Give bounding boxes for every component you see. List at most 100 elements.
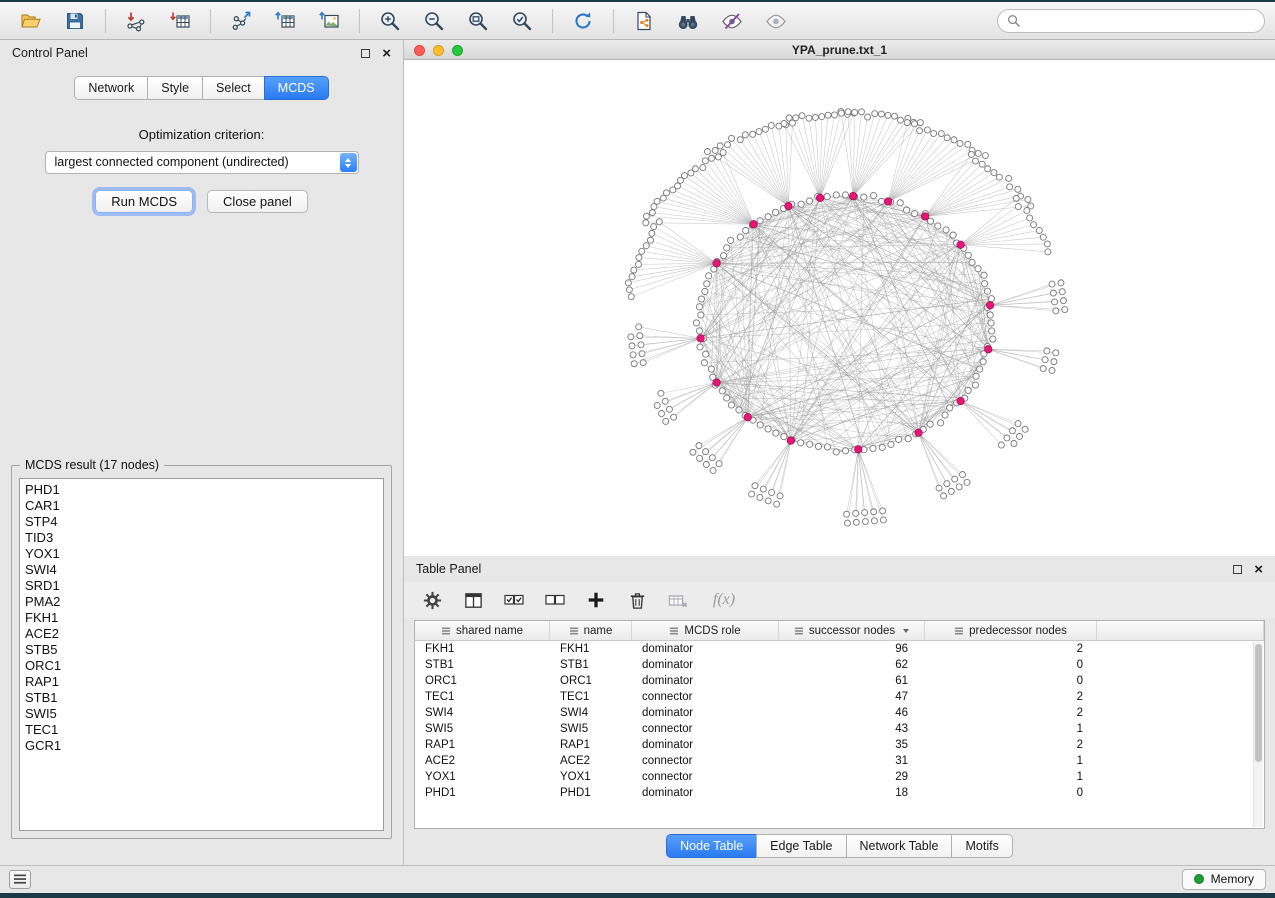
hide-graphics-details-button[interactable] xyxy=(711,6,753,36)
float-panel-icon[interactable] xyxy=(361,49,370,58)
export-document-button[interactable] xyxy=(623,6,665,36)
export-image-button[interactable] xyxy=(308,6,350,36)
tab-motifs[interactable]: Motifs xyxy=(951,834,1012,858)
table-row[interactable]: RAP1RAP1dominator352 xyxy=(415,737,1264,753)
table-panel: Table Panel × xyxy=(404,556,1275,865)
mcds-result-item[interactable]: STB1 xyxy=(20,690,383,706)
table-scrollbar[interactable] xyxy=(1253,642,1263,827)
select-all-rows-button[interactable] xyxy=(502,588,526,612)
mcds-result-item[interactable]: GCR1 xyxy=(20,738,383,754)
add-column-button[interactable] xyxy=(584,588,608,612)
zoom-fit-button[interactable] xyxy=(457,6,499,36)
deselect-all-rows-button[interactable] xyxy=(543,588,567,612)
column-header-shared-name[interactable]: shared name xyxy=(415,621,550,640)
mcds-result-item[interactable]: SRD1 xyxy=(20,578,383,594)
memory-button[interactable]: Memory xyxy=(1182,869,1266,890)
column-header-filler xyxy=(1097,621,1264,640)
mcds-result-item[interactable]: PHD1 xyxy=(20,482,383,498)
zoom-out-button[interactable] xyxy=(413,6,455,36)
toolbar-separator xyxy=(210,9,211,33)
table-row[interactable]: FKH1FKH1dominator962 xyxy=(415,641,1264,657)
network-window-titlebar: YPA_prune.txt_1 xyxy=(404,40,1275,60)
task-history-button[interactable] xyxy=(9,870,31,889)
close-window-icon[interactable] xyxy=(414,45,425,56)
import-table-icon xyxy=(169,10,191,32)
show-graphics-details-button[interactable] xyxy=(755,6,797,36)
tab-style[interactable]: Style xyxy=(147,76,203,100)
table-row[interactable]: SWI4SWI4dominator462 xyxy=(415,705,1264,721)
maximize-window-icon[interactable] xyxy=(452,45,463,56)
mcds-result-item[interactable]: STP4 xyxy=(20,514,383,530)
network-graph[interactable] xyxy=(404,60,1275,557)
mcds-result-item[interactable]: TID3 xyxy=(20,530,383,546)
mcds-result-item[interactable]: ACE2 xyxy=(20,626,383,642)
column-header-successor-nodes[interactable]: successor nodes xyxy=(779,621,925,640)
node-table: shared name name MCDS role successo xyxy=(414,620,1265,829)
table-row[interactable]: STB1STB1dominator620 xyxy=(415,657,1264,673)
show-columns-button[interactable] xyxy=(461,588,485,612)
table-row[interactable]: YOX1YOX1connector291 xyxy=(415,769,1264,785)
tab-node-table[interactable]: Node Table xyxy=(666,834,757,858)
table-row[interactable]: PHD1PHD1dominator180 xyxy=(415,785,1264,801)
table-row[interactable]: ACE2ACE2connector311 xyxy=(415,753,1264,769)
mcds-result-item[interactable]: SWI5 xyxy=(20,706,383,722)
zoom-out-icon xyxy=(423,10,445,32)
column-header-predecessor-nodes[interactable]: predecessor nodes xyxy=(925,621,1097,640)
right-column: YPA_prune.txt_1 Table Panel × xyxy=(404,40,1275,865)
mcds-result-list[interactable]: PHD1CAR1STP4TID3YOX1SWI4SRD1PMA2FKH1ACE2… xyxy=(19,478,384,831)
zoom-selected-button[interactable] xyxy=(501,6,543,36)
app-window: Control Panel × Network Style Select MCD… xyxy=(0,2,1275,893)
scrollbar-thumb[interactable] xyxy=(1255,644,1262,762)
table-row[interactable]: ORC1ORC1dominator610 xyxy=(415,673,1264,689)
zoom-in-button[interactable] xyxy=(369,6,411,36)
columns-icon xyxy=(463,590,484,611)
table-row[interactable]: SWI5SWI5connector431 xyxy=(415,721,1264,737)
tab-edge-table[interactable]: Edge Table xyxy=(756,834,846,858)
checkboxes-checked-icon xyxy=(503,589,525,611)
function-builder-button[interactable]: f(x) xyxy=(707,588,741,612)
tab-network-table[interactable]: Network Table xyxy=(846,834,953,858)
close-panel-icon[interactable]: × xyxy=(1254,562,1263,577)
criterion-select[interactable]: largest connected component (undirected) xyxy=(45,151,359,174)
mcds-result-item[interactable]: YOX1 xyxy=(20,546,383,562)
mcds-result-item[interactable]: ORC1 xyxy=(20,658,383,674)
node-table-body: FKH1FKH1dominator962STB1STB1dominator620… xyxy=(415,641,1264,801)
tab-mcds[interactable]: MCDS xyxy=(264,76,329,100)
sort-chevron-icon xyxy=(903,629,909,633)
table-row[interactable]: TEC1TEC1connector472 xyxy=(415,689,1264,705)
run-mcds-button[interactable]: Run MCDS xyxy=(95,190,193,213)
eye-slash-icon xyxy=(721,10,743,32)
mcds-result-item[interactable]: SWI4 xyxy=(20,562,383,578)
import-network-button[interactable] xyxy=(115,6,157,36)
table-settings-button[interactable] xyxy=(420,588,444,612)
mcds-result-item[interactable]: RAP1 xyxy=(20,674,383,690)
plus-icon xyxy=(586,590,606,610)
close-panel-icon[interactable]: × xyxy=(382,46,391,61)
export-table-button[interactable] xyxy=(264,6,306,36)
column-menu-icon xyxy=(794,626,804,636)
minimize-window-icon[interactable] xyxy=(433,45,444,56)
search-field[interactable] xyxy=(997,9,1265,33)
mcds-result-item[interactable]: CAR1 xyxy=(20,498,383,514)
close-panel-button[interactable]: Close panel xyxy=(207,190,308,213)
delete-table-button[interactable] xyxy=(666,588,690,612)
column-header-name[interactable]: name xyxy=(550,621,632,640)
open-file-button[interactable] xyxy=(10,6,52,36)
mcds-result-item[interactable]: PMA2 xyxy=(20,594,383,610)
mcds-result-item[interactable]: STB5 xyxy=(20,642,383,658)
mcds-buttons-row: Run MCDS Close panel xyxy=(95,190,307,213)
import-table-button[interactable] xyxy=(159,6,201,36)
tab-select[interactable]: Select xyxy=(202,76,265,100)
delete-column-button[interactable] xyxy=(625,588,649,612)
export-network-button[interactable] xyxy=(220,6,262,36)
mcds-result-item[interactable]: FKH1 xyxy=(20,610,383,626)
control-panel: Control Panel × Network Style Select MCD… xyxy=(0,40,404,865)
column-header-mcds-role[interactable]: MCDS role xyxy=(632,621,779,640)
search-network-button[interactable] xyxy=(667,6,709,36)
mcds-result-item[interactable]: TEC1 xyxy=(20,722,383,738)
float-panel-icon[interactable] xyxy=(1233,565,1242,574)
save-session-button[interactable] xyxy=(54,6,96,36)
tab-network[interactable]: Network xyxy=(74,76,148,100)
search-input[interactable] xyxy=(1026,14,1255,28)
refresh-view-button[interactable] xyxy=(562,6,604,36)
